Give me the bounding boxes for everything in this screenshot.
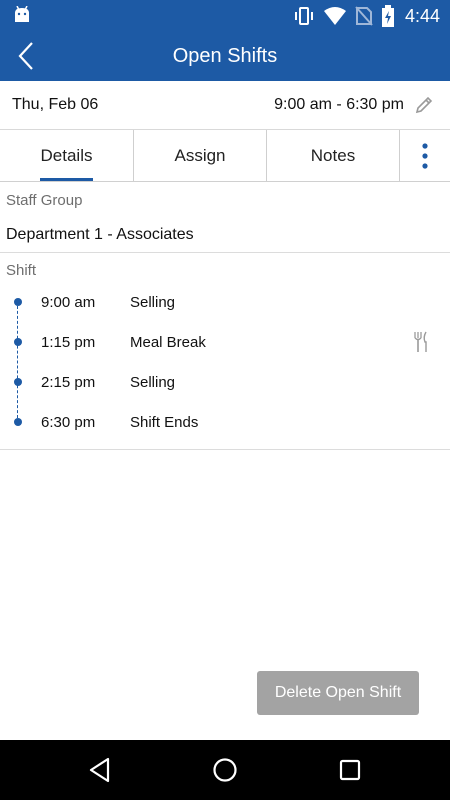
- divider: [0, 252, 450, 253]
- tab-assign[interactable]: Assign: [133, 130, 266, 181]
- timeline-time: 2:15 pm: [41, 374, 96, 391]
- no-sim-icon: [355, 6, 373, 26]
- timeline-time: 6:30 pm: [41, 414, 96, 431]
- shift-timeline: 9:00 am Selling 1:15 pm Meal Break 2:15 …: [0, 285, 450, 445]
- timeline-activity: Shift Ends: [130, 414, 199, 431]
- staff-group-label: Staff Group: [6, 192, 83, 209]
- staff-group-value: Department 1 - Associates: [6, 226, 194, 243]
- timeline-item: 2:15 pm Selling: [0, 367, 450, 397]
- wifi-icon: [323, 7, 346, 25]
- home-circle-icon[interactable]: [211, 756, 239, 784]
- more-vertical-icon: [422, 142, 428, 169]
- page-title: Open Shifts: [172, 45, 278, 67]
- clock: 4:44: [404, 5, 440, 26]
- battery-charging-icon: [381, 5, 394, 27]
- shift-label: Shift: [6, 262, 37, 279]
- chevron-left-icon: [18, 42, 33, 70]
- timeline-dot: [14, 418, 22, 426]
- back-triangle-icon[interactable]: [86, 756, 114, 784]
- more-options-button[interactable]: [399, 130, 450, 181]
- delete-open-shift-button[interactable]: Delete Open Shift: [257, 671, 419, 715]
- timeline-line: [17, 301, 18, 423]
- timeline-activity: Selling: [130, 374, 176, 391]
- timeline-dot: [14, 338, 22, 346]
- timeline-time: 1:15 pm: [41, 334, 96, 351]
- timeline-item: 9:00 am Selling: [0, 287, 450, 317]
- timeline-activity: Selling: [130, 294, 176, 311]
- fork-knife-icon: [414, 331, 427, 352]
- timeline-item: 6:30 pm Shift Ends: [0, 407, 450, 437]
- android-icon: [15, 6, 29, 22]
- timeline-dot: [14, 378, 22, 386]
- timeline-activity: Meal Break: [130, 334, 206, 351]
- timeline-dot: [14, 298, 22, 306]
- system-nav-bar: [0, 740, 450, 800]
- shift-header: Thu, Feb 06 9:00 am - 6:30 pm: [0, 81, 450, 130]
- timeline-item: 1:15 pm Meal Break: [0, 327, 450, 357]
- status-bar: 4:44: [0, 0, 450, 32]
- timeline-time: 9:00 am: [41, 294, 96, 311]
- tab-notes[interactable]: Notes: [266, 130, 399, 181]
- app-bar: Open Shifts: [0, 32, 450, 81]
- divider: [0, 449, 450, 450]
- shift-date: Thu, Feb 06: [12, 96, 99, 113]
- tab-details[interactable]: Details: [0, 130, 133, 181]
- recents-square-icon[interactable]: [336, 756, 364, 784]
- tab-bar: Details Assign Notes: [0, 130, 450, 182]
- vibrate-icon: [294, 7, 313, 25]
- shift-time-range: 9:00 am - 6:30 pm: [274, 96, 404, 113]
- back-button[interactable]: [8, 38, 44, 74]
- pencil-icon[interactable]: [414, 95, 434, 115]
